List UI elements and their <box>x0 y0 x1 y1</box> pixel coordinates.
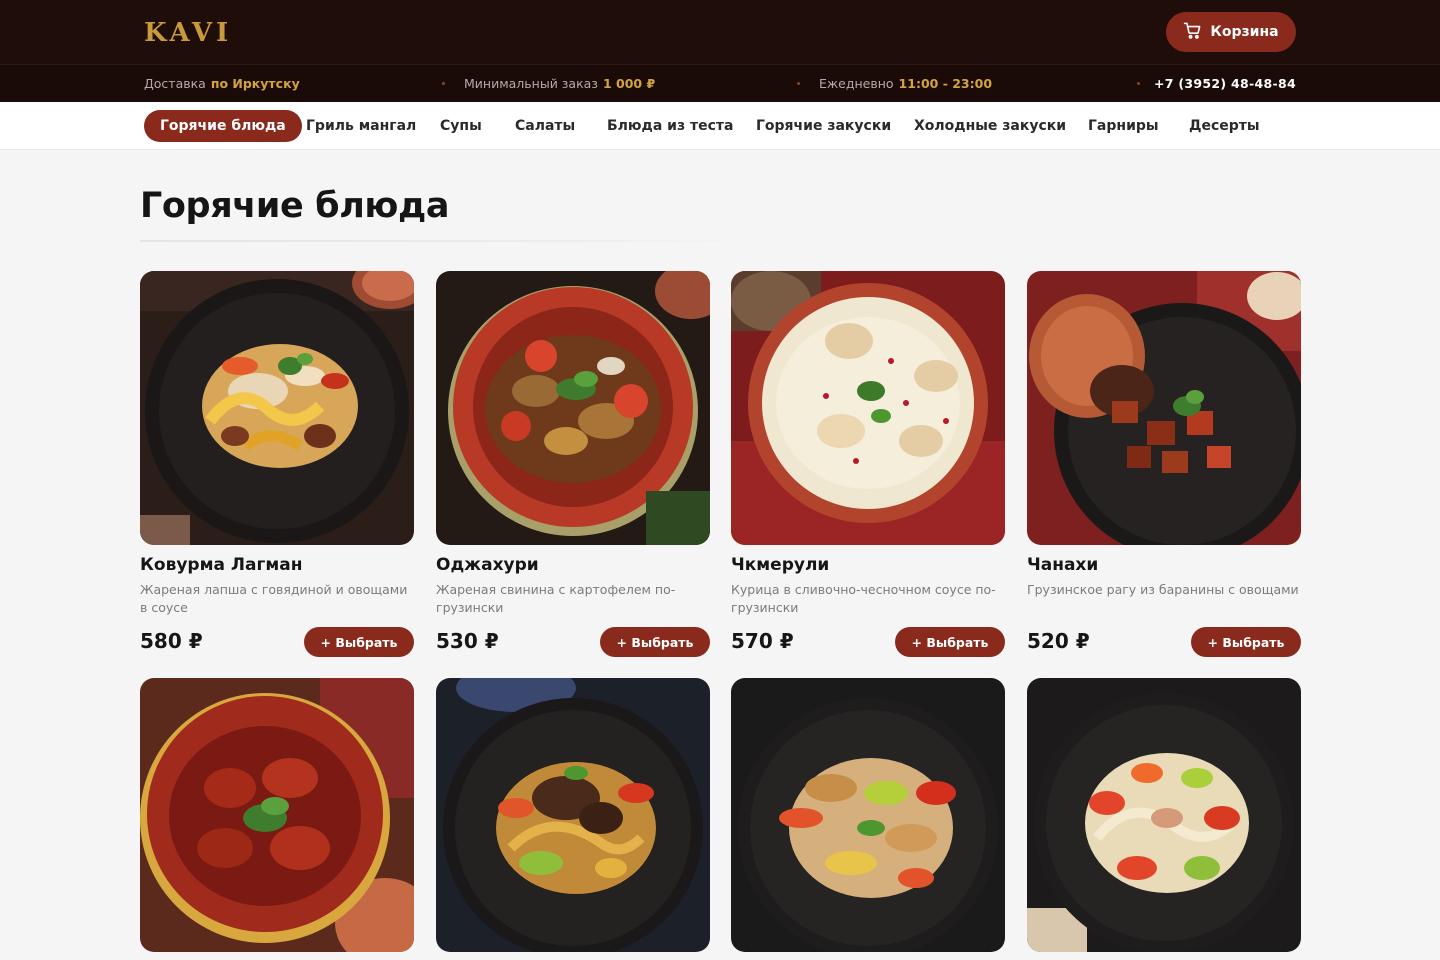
category-sides[interactable]: Гарниры <box>1088 110 1159 142</box>
product-card[interactable]: Чанахи Грузинское рагу из баранины с ово… <box>1027 271 1301 657</box>
category-hot-appetizers[interactable]: Горячие закуски <box>756 110 891 142</box>
min-order-info: Минимальный заказ 1 000 ₽ <box>464 76 655 91</box>
top-bar: KAVI Корзина <box>0 0 1440 64</box>
product-price: 580 ₽ <box>140 629 203 653</box>
hours-label: Ежедневно <box>819 76 894 91</box>
category-soups[interactable]: Супы <box>440 110 482 142</box>
product-image[interactable] <box>731 678 1005 952</box>
product-card[interactable]: Чкмерули Курица в сливочно-чесночном соу… <box>731 271 1005 657</box>
category-desserts[interactable]: Десерты <box>1189 110 1260 142</box>
product-image[interactable] <box>140 678 414 952</box>
select-button[interactable]: + Выбрать <box>1191 627 1301 657</box>
product-name[interactable]: Чанахи <box>1027 555 1301 575</box>
category-cold-appetizers[interactable]: Холодные закуски <box>914 110 1066 142</box>
category-hot-dishes[interactable]: Горячие блюда <box>144 110 302 142</box>
min-order-label: Минимальный заказ <box>464 76 598 91</box>
product-card[interactable] <box>731 678 1005 952</box>
cart-button[interactable]: Корзина <box>1166 12 1296 52</box>
cart-label: Корзина <box>1210 24 1279 40</box>
delivery-value[interactable]: по Иркутску <box>211 76 300 91</box>
product-image[interactable] <box>1027 678 1301 952</box>
separator-dot <box>797 82 800 85</box>
select-button[interactable]: + Выбрать <box>304 627 414 657</box>
product-price: 530 ₽ <box>436 629 499 653</box>
category-nav: Горячие блюда Гриль мангал Супы Салаты Б… <box>0 102 1440 150</box>
product-image[interactable] <box>731 271 1005 545</box>
product-description: Жареная лапша с говядиной и овощами в со… <box>140 582 408 615</box>
delivery-info: Доставка по Иркутску <box>144 76 300 91</box>
category-dough-dishes[interactable]: Блюда из теста <box>607 110 733 142</box>
min-order-value: 1 000 ₽ <box>602 76 656 91</box>
product-image[interactable] <box>1027 271 1301 545</box>
product-image[interactable] <box>140 271 414 545</box>
product-price: 570 ₽ <box>731 629 794 653</box>
separator-dot <box>442 82 445 85</box>
product-card[interactable]: Ковурма Лагман Жареная лапша с говядиной… <box>140 271 414 657</box>
product-name[interactable]: Чкмерули <box>731 555 1005 575</box>
product-description: Курица в сливочно-чесночном соусе по-гру… <box>731 582 996 615</box>
product-card[interactable] <box>140 678 414 952</box>
product-name[interactable]: Ковурма Лагман <box>140 555 414 575</box>
delivery-label: Доставка <box>144 76 206 91</box>
product-image[interactable] <box>436 271 710 545</box>
title-divider <box>140 240 752 242</box>
select-button[interactable]: + Выбрать <box>895 627 1005 657</box>
product-price: 520 ₽ <box>1027 629 1090 653</box>
category-salads[interactable]: Салаты <box>515 110 575 142</box>
hours-info: Ежедневно 11:00 - 23:00 <box>819 76 992 91</box>
product-card[interactable] <box>1027 678 1301 952</box>
page-title: Горячие блюда <box>140 186 450 226</box>
logo[interactable]: KAVI <box>144 18 232 48</box>
product-description: Жареная свинина с картофелем по-грузинск… <box>436 582 676 615</box>
phone-link[interactable]: +7 (3952) 48-48-84 <box>1154 76 1296 91</box>
product-card[interactable]: Оджахури Жареная свинина с картофелем по… <box>436 271 710 657</box>
category-grill[interactable]: Гриль мангал <box>306 110 416 142</box>
product-description: Грузинское рагу из баранины с овощами <box>1027 582 1299 597</box>
product-name[interactable]: Оджахури <box>436 555 710 575</box>
product-image[interactable] <box>436 678 710 952</box>
cart-icon <box>1183 21 1202 44</box>
hours-value: 11:00 - 23:00 <box>898 76 993 91</box>
product-card[interactable] <box>436 678 710 952</box>
separator-dot <box>1137 82 1140 85</box>
info-bar: Доставка по Иркутску Минимальный заказ 1 0… <box>0 64 1440 102</box>
select-button[interactable]: + Выбрать <box>600 627 710 657</box>
